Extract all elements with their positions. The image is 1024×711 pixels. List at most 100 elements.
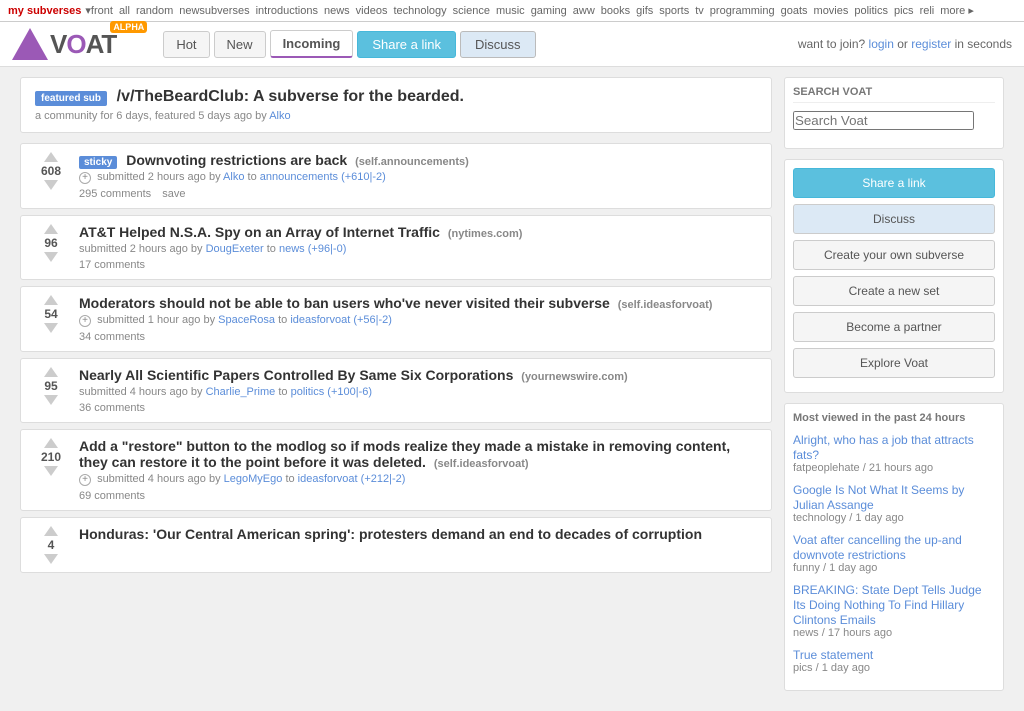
nav-reli[interactable]: reli: [920, 5, 935, 17]
post-body: Nearly All Scientific Papers Controlled …: [79, 367, 761, 414]
post-body: Add a "restore" button to the modlog so …: [79, 438, 761, 502]
logo-triangle: [12, 28, 48, 60]
register-link[interactable]: register: [911, 37, 951, 51]
trending-link[interactable]: True statement: [793, 648, 873, 662]
post-title: sticky Downvoting restrictions are back …: [79, 152, 761, 168]
nav-random[interactable]: random: [136, 5, 173, 17]
sidebar-discuss-button[interactable]: Discuss: [793, 204, 995, 234]
vote-count: 210: [41, 450, 61, 464]
trending-meta: pics / 1 day ago: [793, 662, 995, 674]
search-input[interactable]: [793, 111, 974, 130]
post-title-link[interactable]: Add a "restore" button to the modlog so …: [79, 438, 730, 470]
post-subverse-link[interactable]: news: [279, 243, 305, 255]
downvote-button[interactable]: [44, 554, 58, 564]
upvote-button[interactable]: [44, 526, 58, 536]
login-link[interactable]: login: [869, 37, 894, 51]
post-subverse-link[interactable]: politics: [291, 386, 325, 398]
trending-item: Voat after cancelling the up-and downvot…: [793, 532, 995, 574]
post-title-link[interactable]: Moderators should not be able to ban use…: [79, 295, 610, 311]
nav-introductions[interactable]: introductions: [256, 5, 318, 17]
trending-item: Google Is Not What It Seems by Julian As…: [793, 482, 995, 524]
share-link-button[interactable]: Share a link: [357, 31, 456, 58]
nav-music[interactable]: music: [496, 5, 525, 17]
downvote-button[interactable]: [44, 323, 58, 333]
nav-programming[interactable]: programming: [710, 5, 775, 17]
post-meta: submitted 2 hours ago by DougExeter to n…: [79, 243, 761, 255]
alpha-badge: ALPHA: [110, 21, 147, 33]
sidebar-create-set-button[interactable]: Create a new set: [793, 276, 995, 306]
tab-new[interactable]: New: [214, 31, 266, 58]
join-text: want to join?: [798, 37, 865, 51]
search-section-title: Search Voat: [793, 86, 995, 103]
trending-link[interactable]: Alright, who has a job that attracts fat…: [793, 433, 974, 462]
post-body: Honduras: 'Our Central American spring':…: [79, 526, 761, 545]
nav-front[interactable]: front: [91, 5, 113, 17]
downvote-button[interactable]: [44, 395, 58, 405]
nav-more[interactable]: more ▸: [940, 4, 974, 17]
upvote-button[interactable]: [44, 152, 58, 162]
upvote-button[interactable]: [44, 224, 58, 234]
nav-videos[interactable]: videos: [356, 5, 388, 17]
sidebar-create-subverse-button[interactable]: Create your own subverse: [793, 240, 995, 270]
post-subverse-link[interactable]: ideasforvoat: [298, 473, 358, 485]
post-title-link[interactable]: Nearly All Scientific Papers Controlled …: [79, 367, 513, 383]
upvote-button[interactable]: [44, 367, 58, 377]
nav-gaming[interactable]: gaming: [531, 5, 567, 17]
post-title-link[interactable]: Honduras: 'Our Central American spring':…: [79, 526, 702, 542]
post-title-link[interactable]: Downvoting restrictions are back: [126, 152, 347, 168]
nav-aww[interactable]: aww: [573, 5, 595, 17]
featured-sub-info: a community for 6 days, featured 5 days …: [35, 110, 757, 122]
nav-tv[interactable]: tv: [695, 5, 704, 17]
nav-movies[interactable]: movies: [814, 5, 849, 17]
nav-newsubverses[interactable]: newsubverses: [179, 5, 249, 17]
nav-science[interactable]: science: [453, 5, 490, 17]
tab-hot[interactable]: Hot: [163, 31, 209, 58]
comments-link[interactable]: 36 comments: [79, 402, 145, 414]
post-subverse-link[interactable]: announcements: [260, 171, 338, 183]
post-title-link[interactable]: AT&T Helped N.S.A. Spy on an Array of In…: [79, 224, 440, 240]
comments-link[interactable]: 17 comments: [79, 259, 145, 271]
discuss-button[interactable]: Discuss: [460, 31, 536, 58]
comments-link[interactable]: 295 comments: [79, 188, 151, 200]
nav-goats[interactable]: goats: [781, 5, 808, 17]
post-score: (+56|-2): [353, 314, 392, 326]
nav-politics[interactable]: politics: [854, 5, 888, 17]
my-subverses-btn[interactable]: my subverses: [8, 5, 81, 17]
trending-link[interactable]: Voat after cancelling the up-and downvot…: [793, 533, 962, 562]
nav-sports[interactable]: sports: [659, 5, 689, 17]
post-author-link[interactable]: DougExeter: [206, 243, 264, 255]
downvote-button[interactable]: [44, 180, 58, 190]
post-subverse-link[interactable]: ideasforvoat: [290, 314, 350, 326]
nav-books[interactable]: books: [601, 5, 630, 17]
vote-count: 96: [44, 236, 57, 250]
nav-news[interactable]: news: [324, 5, 350, 17]
comments-link[interactable]: 69 comments: [79, 490, 145, 502]
sidebar-explore-button[interactable]: Explore Voat: [793, 348, 995, 378]
post-item: 95 Nearly All Scientific Papers Controll…: [20, 358, 772, 423]
post-author-link[interactable]: Charlie_Prime: [206, 386, 276, 398]
post-actions: 17 comments: [79, 259, 761, 271]
trending-link[interactable]: Google Is Not What It Seems by Julian As…: [793, 483, 964, 512]
upvote-button[interactable]: [44, 295, 58, 305]
downvote-button[interactable]: [44, 252, 58, 262]
post-domain: (self.announcements): [355, 156, 469, 168]
nav-gifs[interactable]: gifs: [636, 5, 653, 17]
post-actions: 36 comments: [79, 402, 761, 414]
nav-pics[interactable]: pics: [894, 5, 914, 17]
nav-technology[interactable]: technology: [393, 5, 446, 17]
content-area: featured sub /v/TheBeardClub: A subverse…: [12, 77, 1012, 701]
post-author-link[interactable]: LegoMyEgo: [224, 473, 283, 485]
sidebar-share-button[interactable]: Share a link: [793, 168, 995, 198]
nav-all[interactable]: all: [119, 5, 130, 17]
featured-user-link[interactable]: Alko: [269, 110, 290, 122]
save-link[interactable]: save: [162, 188, 185, 200]
tab-incoming[interactable]: Incoming: [270, 30, 354, 58]
post-author-link[interactable]: Alko: [223, 171, 244, 183]
sidebar-partner-button[interactable]: Become a partner: [793, 312, 995, 342]
downvote-button[interactable]: [44, 466, 58, 476]
post-author-link[interactable]: SpaceRosa: [218, 314, 275, 326]
trending-item: True statement pics / 1 day ago: [793, 647, 995, 674]
upvote-button[interactable]: [44, 438, 58, 448]
trending-link[interactable]: BREAKING: State Dept Tells Judge Its Doi…: [793, 583, 982, 627]
comments-link[interactable]: 34 comments: [79, 331, 145, 343]
